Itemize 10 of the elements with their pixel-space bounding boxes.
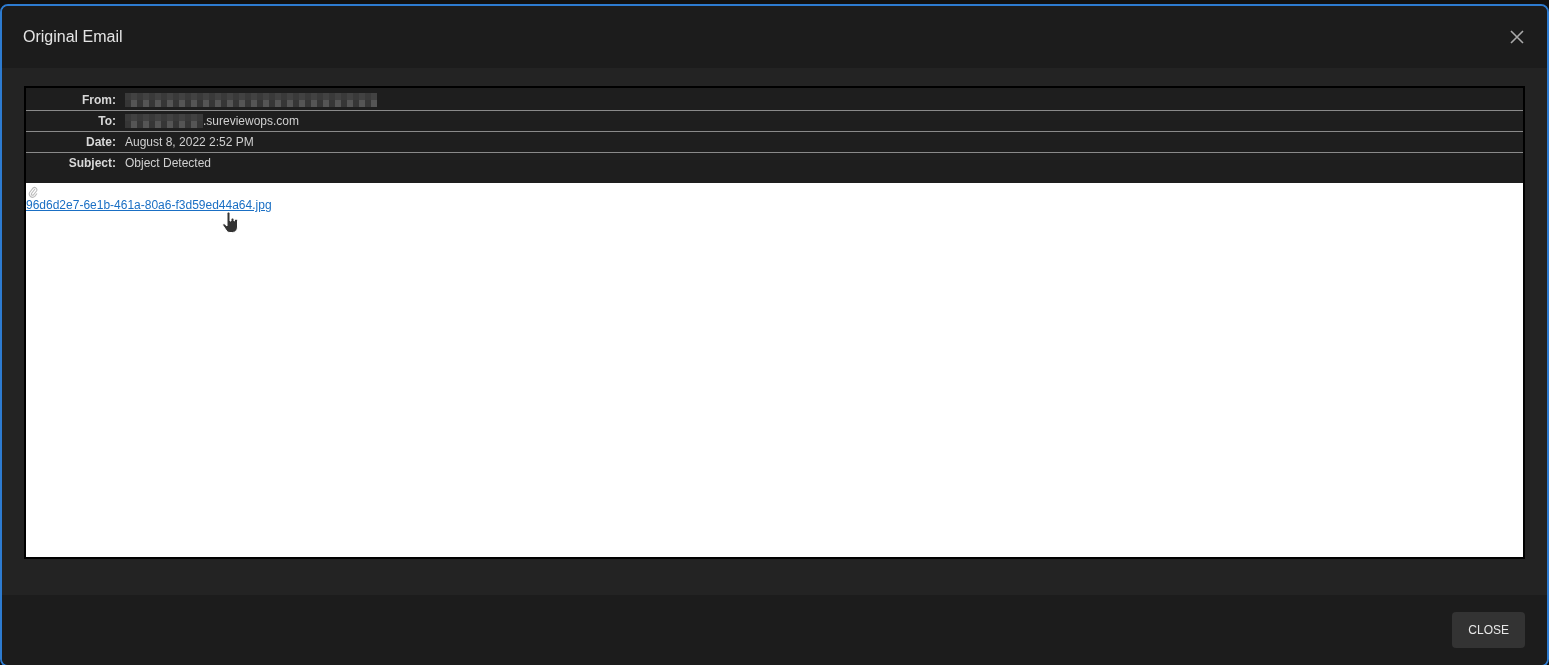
attachment-link[interactable]: 96d6d2e7-6e1b-461a-80a6-f3d59ed44a64.jpg [26,198,272,212]
close-button[interactable]: CLOSE [1452,612,1525,648]
header-label: To: [97,114,117,128]
header-label: Date: [85,135,117,149]
header-label: From: [81,93,117,107]
header-value: .sureviewops.com [203,114,300,128]
header-label: Subject: [67,156,117,170]
header-value: August 8, 2022 2:52 PM [125,135,254,149]
header-value: Object Detected [125,156,212,170]
dialog-title: Original Email [23,28,123,46]
